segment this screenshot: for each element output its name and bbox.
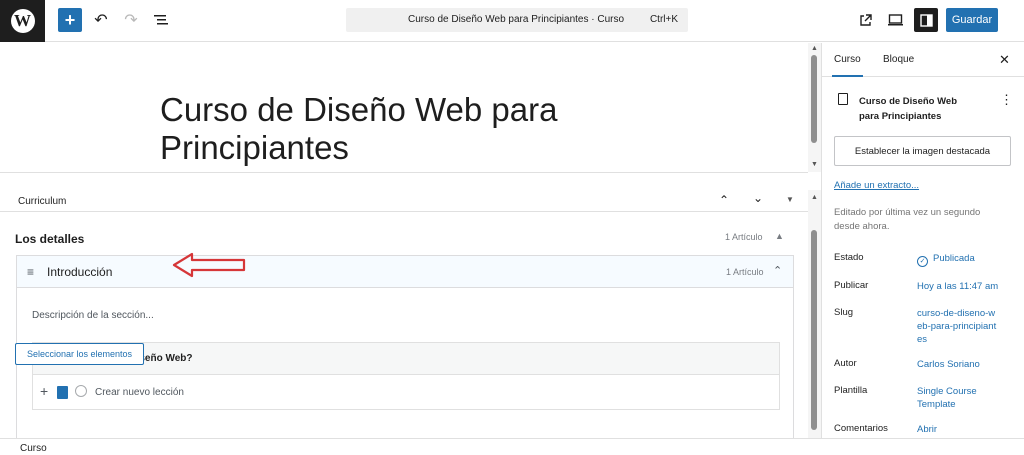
plus-icon: +: [64, 9, 76, 30]
section-description-input[interactable]: Descripción de la sección...: [32, 310, 154, 321]
scroll-down-icon[interactable]: ▼: [811, 161, 818, 168]
clock-icon[interactable]: [75, 385, 87, 397]
collapse-all-icon[interactable]: ▲: [775, 231, 784, 241]
move-up-icon[interactable]: ⌃: [719, 193, 729, 207]
curriculum-title: Curriculum: [18, 196, 67, 207]
publish-value[interactable]: Hoy a las 11:47 am: [917, 280, 1012, 293]
section-collapse-icon[interactable]: ⌃: [773, 264, 782, 277]
status-value-text[interactable]: Publicada: [933, 253, 975, 264]
more-options-icon[interactable]: ⋮: [1000, 92, 1013, 108]
canvas-scrollbar[interactable]: ▲ ▼: [808, 43, 821, 172]
details-count: 1 Artículo: [725, 232, 763, 242]
redo-icon: ↷: [124, 12, 138, 29]
plus-icon[interactable]: +: [40, 383, 48, 399]
section-item-count: 1 Artículo: [726, 267, 764, 277]
editor-top-toolbar: W + ↶ ↷ Curso de Diseño Web para Princip…: [0, 0, 1024, 42]
document-overview-icon: [154, 15, 168, 25]
slug-label: Slug: [834, 307, 854, 318]
template-label: Plantilla: [834, 385, 868, 396]
scroll-up-icon[interactable]: ▲: [811, 194, 818, 201]
template-value[interactable]: Single Course Template: [917, 385, 987, 411]
undo-icon: ↶: [94, 12, 108, 29]
drag-menu-icon[interactable]: ≡: [27, 265, 34, 279]
add-excerpt-link[interactable]: Añade un extracto...: [834, 180, 919, 191]
tab-curso[interactable]: Curso: [832, 54, 863, 77]
section-name[interactable]: Introducción: [47, 265, 112, 279]
status-value[interactable]: ✓ Publicada: [917, 252, 1012, 267]
lesson-item[interactable]: ⠿ ¿Qué es el Diseño Web?: [33, 343, 779, 375]
save-button[interactable]: Guardar: [946, 8, 998, 32]
author-label: Autor: [834, 358, 857, 369]
document-icon: [838, 93, 848, 105]
external-view-icon: [859, 13, 872, 26]
annotation-arrow-icon: [172, 252, 246, 278]
preview-button[interactable]: [885, 8, 905, 32]
set-featured-image-button[interactable]: Establecer la imagen destacada: [834, 136, 1011, 166]
redo-button[interactable]: ↷: [120, 8, 142, 32]
post-title[interactable]: Curso de Diseño Web para Principiantes: [160, 91, 620, 167]
preview-icon: [887, 14, 903, 26]
details-label: Los detalles: [15, 232, 85, 246]
author-value[interactable]: Carlos Soriano: [917, 358, 1012, 371]
wordpress-logo-button[interactable]: W: [0, 0, 45, 42]
select-items-button[interactable]: Seleccionar los elementos: [15, 343, 144, 365]
published-check-icon: ✓: [917, 256, 928, 267]
undo-button[interactable]: ↶: [90, 8, 112, 32]
command-bar-shortcut: Ctrl+K: [649, 14, 678, 25]
sidebar-post-title: Curso de Diseño Web para Principiantes: [859, 96, 958, 122]
wordpress-logo-icon: W: [10, 9, 35, 33]
slug-value[interactable]: curso-de-diseno-web-para-principiantes: [917, 307, 997, 346]
toggle-panel-icon[interactable]: ▼: [786, 195, 794, 204]
new-lesson-row: + Crear nuevo lección: [33, 376, 779, 410]
new-lesson-input[interactable]: Crear nuevo lección: [95, 387, 184, 398]
scroll-up-icon[interactable]: ▲: [811, 45, 818, 52]
lesson-type-book-icon[interactable]: [57, 386, 68, 399]
breadcrumb[interactable]: Curso: [20, 443, 47, 454]
status-label: Estado: [834, 252, 864, 263]
section-header[interactable]: ≡ Introducción 1 Artículo ⌃: [17, 256, 793, 288]
curriculum-metabox: Curriculum ⌃ ⌄ ▼ Los detalles 1 Artículo…: [0, 172, 808, 439]
document-overview-button[interactable]: [150, 8, 172, 32]
settings-sidebar: Curso Bloque ✕ Curso de Diseño Web para …: [821, 43, 1024, 438]
sidebar-tabs: Curso Bloque ✕: [822, 43, 1024, 77]
publish-label: Publicar: [834, 280, 869, 291]
sidebar-settings-icon: [919, 13, 933, 27]
editor-canvas: Curso de Diseño Web para Principiantes: [0, 43, 808, 171]
command-bar-title: Curso de Diseño Web para Principiantes ·…: [408, 14, 625, 25]
last-edited-text: Editado por última vez un segundo desde …: [834, 207, 981, 232]
tab-bloque[interactable]: Bloque: [883, 54, 914, 65]
lesson-list: ⠿ ¿Qué es el Diseño Web? + Crear nuevo l…: [32, 342, 780, 410]
close-icon[interactable]: ✕: [999, 52, 1010, 68]
curriculum-header: Curriculum ⌃ ⌄ ▼: [0, 190, 808, 212]
metabox-scrollbar[interactable]: ▲: [808, 190, 821, 438]
metabox-scrollbar-thumb[interactable]: [811, 230, 817, 430]
comments-value[interactable]: Abrir: [917, 423, 1012, 436]
command-palette-bar[interactable]: Curso de Diseño Web para Principiantes ·…: [346, 8, 688, 32]
add-block-button[interactable]: +: [58, 8, 82, 32]
comments-label: Comentarios: [834, 423, 888, 434]
editor-footer: Curso: [0, 438, 1024, 455]
move-down-icon[interactable]: ⌄: [753, 191, 763, 205]
canvas-scrollbar-thumb[interactable]: [811, 55, 817, 143]
settings-toggle-button[interactable]: [914, 8, 938, 32]
view-post-button[interactable]: [855, 8, 875, 32]
